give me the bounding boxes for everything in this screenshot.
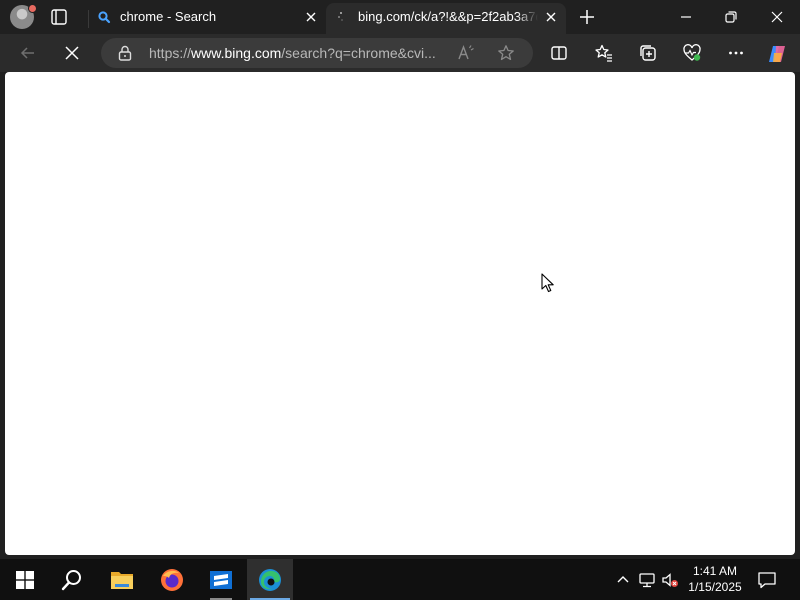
tab-title: bing.com/ck/a?!&&p=2f2ab3a7d xyxy=(358,9,538,24)
volume-muted-icon[interactable] xyxy=(661,571,679,589)
start-button[interactable] xyxy=(2,559,48,600)
performance-heart-icon[interactable] xyxy=(682,43,702,63)
loading-icon xyxy=(335,10,349,24)
tab-separator xyxy=(88,10,89,28)
collections-icon[interactable] xyxy=(638,43,658,63)
edge-icon xyxy=(259,568,281,591)
address-bar[interactable]: https://www.bing.com/search?q=chrome&cvi… xyxy=(101,38,533,68)
search-icon xyxy=(61,569,81,590)
notifications-icon[interactable] xyxy=(757,570,777,590)
network-icon[interactable] xyxy=(638,571,656,589)
file-explorer-icon xyxy=(111,571,133,589)
taskbar-search-button[interactable] xyxy=(49,559,95,600)
browser-toolbar: https://www.bing.com/search?q=chrome&cvi… xyxy=(0,34,800,72)
restore-icon[interactable] xyxy=(722,8,740,26)
lock-icon[interactable] xyxy=(118,45,132,61)
read-aloud-icon[interactable] xyxy=(457,44,475,62)
taskbar: 1:41 AM 1/15/2025 xyxy=(0,559,800,600)
mouse-pointer-icon xyxy=(541,273,555,293)
file-explorer-button[interactable] xyxy=(99,559,145,600)
add-favorite-star-icon[interactable] xyxy=(497,44,515,62)
url-domain: www.bing.com xyxy=(191,45,282,61)
profile-notification-dot xyxy=(28,4,37,13)
split-screen-icon[interactable] xyxy=(549,43,569,63)
tab-strip: chrome - Search bing.com/ck/a?!&&p=2f2ab… xyxy=(0,0,800,34)
show-hidden-icons-chevron-icon[interactable] xyxy=(614,571,632,589)
minimize-icon[interactable] xyxy=(677,8,695,26)
bing-search-icon xyxy=(97,10,111,24)
more-options-icon[interactable] xyxy=(726,43,746,63)
firefox-icon xyxy=(161,568,183,591)
back-arrow-icon[interactable] xyxy=(18,43,38,63)
url-text[interactable]: https://www.bing.com/search?q=chrome&cvi… xyxy=(149,45,449,61)
copilot-icon[interactable] xyxy=(766,43,786,63)
new-tab-icon[interactable] xyxy=(578,8,596,26)
clock-date: 1/15/2025 xyxy=(688,580,742,594)
tab-bing-redirect[interactable]: bing.com/ck/a?!&&p=2f2ab3a7d xyxy=(326,3,566,34)
close-window-icon[interactable] xyxy=(768,8,786,26)
firefox-button[interactable] xyxy=(149,559,195,600)
tab-title: chrome - Search xyxy=(120,9,217,24)
roblox-icon xyxy=(210,570,232,589)
page-content[interactable] xyxy=(5,72,795,555)
edge-button[interactable] xyxy=(247,559,293,600)
url-prefix: https:// xyxy=(149,45,192,61)
close-tab-icon[interactable] xyxy=(544,10,558,24)
stop-loading-icon[interactable] xyxy=(62,43,82,63)
favorites-icon[interactable] xyxy=(594,43,614,63)
close-tab-icon[interactable] xyxy=(304,10,318,24)
tab-chrome-search[interactable]: chrome - Search xyxy=(88,3,326,34)
windows-logo-icon xyxy=(16,570,34,589)
clock-time: 1:41 AM xyxy=(692,564,738,578)
system-clock[interactable]: 1:41 AM 1/15/2025 xyxy=(684,563,746,595)
tab-actions-icon[interactable] xyxy=(48,6,70,28)
roblox-button[interactable] xyxy=(198,559,244,600)
url-path: /search?q=chrome&cvi... xyxy=(281,45,436,61)
